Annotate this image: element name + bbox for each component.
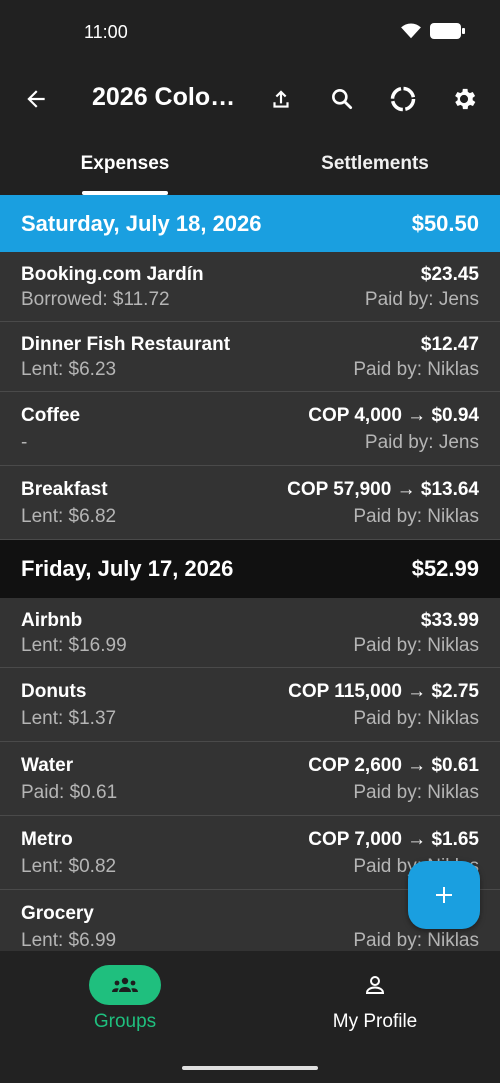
expense-name: Grocery [21,903,94,924]
expense-share: Lent: $1.37 [21,708,117,729]
nav-my-profile-label: My Profile [332,1011,418,1032]
share-button[interactable] [264,82,298,116]
sync-button[interactable] [386,82,420,116]
expense-row[interactable]: Dinner Fish Restaurant Lent: $6.23 $12.4… [0,322,500,392]
expense-share: Lent: $16.99 [21,635,127,656]
day-total: $50.50 [411,210,479,236]
expense-row[interactable]: Breakfast Lent: $6.82 COP 57,900 → $13.6… [0,466,500,540]
expense-amount: $33.99 [420,610,479,631]
expense-share: Lent: $0.82 [21,856,117,877]
expense-share: Lent: $6.82 [21,506,117,527]
nav-my-profile[interactable]: My Profile [250,951,500,1051]
expense-row[interactable]: Water Paid: $0.61 COP 2,600 → $0.61 Paid… [0,742,500,816]
search-button[interactable] [325,82,359,116]
expense-share: Lent: $6.23 [21,359,117,380]
expense-share: - [21,432,28,453]
expense-name: Donuts [21,681,87,702]
status-icons [400,22,466,40]
expense-row[interactable]: Donuts Lent: $1.37 COP 115,000 → $2.75 P… [0,668,500,742]
person-icon [365,976,385,994]
arrow-back-icon [27,90,45,108]
settings-button[interactable] [447,82,481,116]
day-header: Friday, July 17, 2026 $52.99 [0,540,500,598]
nav-groups[interactable]: Groups [0,951,250,1051]
expense-list[interactable]: Saturday, July 18, 2026 $50.50 Booking.c… [0,195,500,951]
expense-name: Breakfast [21,479,108,500]
expense-amount: $12.47 [420,334,479,355]
status-time: 11:00 [84,22,128,42]
home-indicator[interactable] [182,1066,318,1070]
expense-row[interactable]: Airbnb Lent: $16.99 $33.99 Paid by: Nikl… [0,598,500,668]
expense-name: Airbnb [21,610,83,631]
tab-bar: Expenses Settlements [0,134,500,196]
expense-row[interactable]: Booking.com Jardín Borrowed: $11.72 $23.… [0,252,500,322]
expense-name: Coffee [21,405,81,426]
expense-payer: Paid by: Jens [364,432,479,453]
battery-icon [430,23,465,39]
nav-groups-pill [89,965,161,1005]
status-bar: 11:00 [0,0,500,64]
expense-name: Booking.com Jardín [21,264,204,285]
wifi-icon [401,23,421,39]
expense-name: Water [21,755,74,776]
day-header: Saturday, July 18, 2026 $50.50 [0,195,500,252]
expense-payer: Paid by: Niklas [353,506,479,527]
nav-groups-label: Groups [93,1011,157,1032]
expense-share: Paid: $0.61 [21,782,118,803]
expense-share: Borrowed: $11.72 [21,289,170,310]
day-date: Friday, July 17, 2026 [21,556,234,581]
expense-payer: Paid by: Niklas [353,359,479,380]
groups-icon [112,977,138,992]
back-button[interactable] [19,82,53,116]
app-bar: 2026 Colo… [0,64,500,134]
expense-name: Dinner Fish Restaurant [21,334,231,355]
bottom-nav: Groups My Profile [0,951,500,1083]
search-icon [332,89,353,110]
expense-payer: Paid by: Niklas [353,635,479,656]
expense-amount: COP 4,000 → $0.94 [308,405,479,426]
expense-row[interactable]: Coffee - COP 4,000 → $0.94 Paid by: Jens [0,392,500,466]
sync-icon [390,86,416,112]
expense-amount: COP 7,000 → $1.65 [308,829,479,850]
gear-icon [455,88,476,110]
tab-expenses-label: Expenses [80,153,170,174]
expense-payer: Paid by: Niklas [353,708,479,729]
expense-amount: COP 115,000 → $2.75 [288,681,479,702]
expense-amount: COP 2,600 → $0.61 [308,755,479,776]
tab-settlements-label: Settlements [321,153,429,174]
add-expense-button[interactable] [408,861,480,929]
nav-my-profile-pill [339,965,411,1005]
expense-amount: $23.45 [420,264,479,285]
upload-icon [273,90,289,108]
expense-name: Metro [21,829,73,850]
day-total: $52.99 [411,556,479,581]
expense-payer: Paid by: Jens [364,289,479,310]
tab-expenses[interactable]: Expenses [0,134,250,196]
group-title: 2026 Colo… [92,83,236,111]
day-date: Saturday, July 18, 2026 [21,210,262,236]
expense-amount: COP 57,900 → $13.64 [287,479,479,500]
plus-icon [436,887,452,903]
expense-share: Lent: $6.99 [21,930,117,951]
expense-payer: Paid by: Niklas [353,782,479,803]
tab-settlements[interactable]: Settlements [250,134,500,196]
expense-payer: Paid by: Niklas [353,930,479,951]
